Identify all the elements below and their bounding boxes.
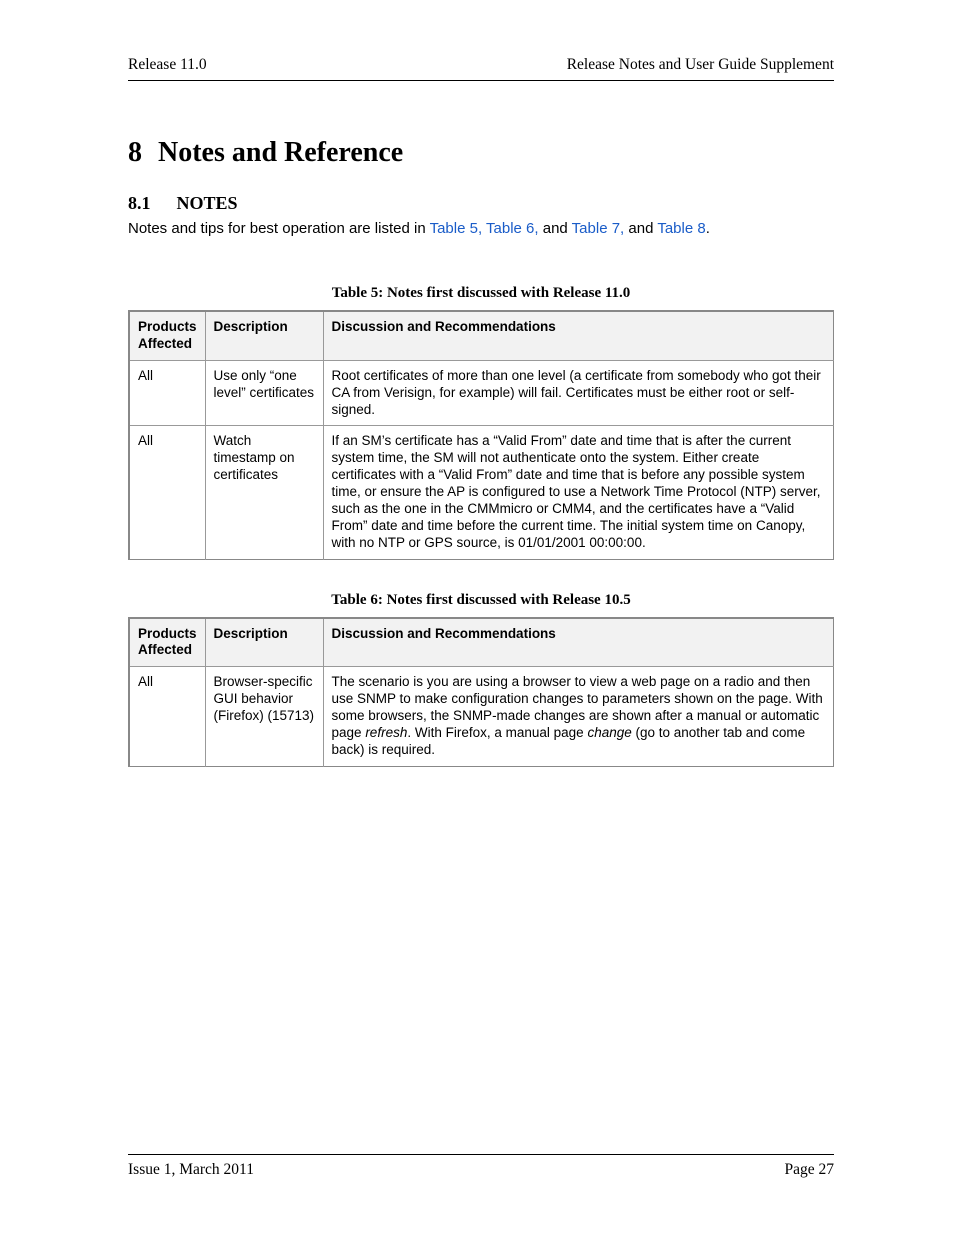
header-right: Release Notes and User Guide Supplement [567,56,834,74]
table-6-caption: Table 6: Notes first discussed with Rele… [128,592,834,609]
cell-discussion: If an SM’s certificate has a “Valid From… [323,426,833,559]
subsection-title-text: NOTES [177,193,238,213]
table-5-caption: Table 5: Notes first discussed with Rele… [128,285,834,302]
footer-left: Issue 1, March 2011 [128,1161,254,1179]
table-header-row: Products Affected Description Discussion… [129,618,834,667]
intro-text: Notes and tips for best operation are li… [128,220,430,237]
link-table-5[interactable]: Table 5, [430,220,483,237]
page-footer: Issue 1, March 2011 Page 27 [128,1154,834,1179]
link-table-6[interactable]: Table 6, [486,220,539,237]
link-table-8[interactable]: Table 8 [657,220,705,237]
col-description-header: Description [205,618,323,667]
cell-description: Watch timestamp on certificates [205,426,323,559]
table-5: Products Affected Description Discussion… [128,310,834,560]
header-left: Release 11.0 [128,56,207,74]
col-discussion-header: Discussion and Recommendations [323,311,833,360]
table-header-row: Products Affected Description Discussion… [129,311,834,360]
section-title-text: Notes and Reference [158,137,403,168]
table-6: Products Affected Description Discussion… [128,617,834,767]
subsection-heading: 8.1 NOTES [128,193,834,214]
cell-description: Use only “one level” certificates [205,360,323,426]
page-header: Release 11.0 Release Notes and User Guid… [128,56,834,74]
header-rule [128,80,834,81]
col-products-header: Products Affected [129,618,205,667]
cell-description: Browser-specific GUI behavior (Firefox) … [205,667,323,766]
col-products-header: Products Affected [129,311,205,360]
cell-products: All [129,426,205,559]
cell-products: All [129,667,205,766]
col-discussion-header: Discussion and Recommendations [323,618,833,667]
cell-discussion: The scenario is you are using a browser … [323,667,833,766]
table-row: All Use only “one level” certificates Ro… [129,360,834,426]
footer-rule [128,1154,834,1155]
footer-right: Page 27 [784,1161,834,1179]
section-number: 8 [128,137,142,168]
col-description-header: Description [205,311,323,360]
intro-paragraph: Notes and tips for best operation are li… [128,220,834,237]
link-table-7[interactable]: Table 7, [572,220,625,237]
table-row: All Browser-specific GUI behavior (Firef… [129,667,834,766]
cell-discussion: Root certificates of more than one level… [323,360,833,426]
subsection-number: 8.1 [128,193,151,213]
table-row: All Watch timestamp on certificates If a… [129,426,834,559]
cell-products: All [129,360,205,426]
section-heading: 8 Notes and Reference [128,137,834,169]
